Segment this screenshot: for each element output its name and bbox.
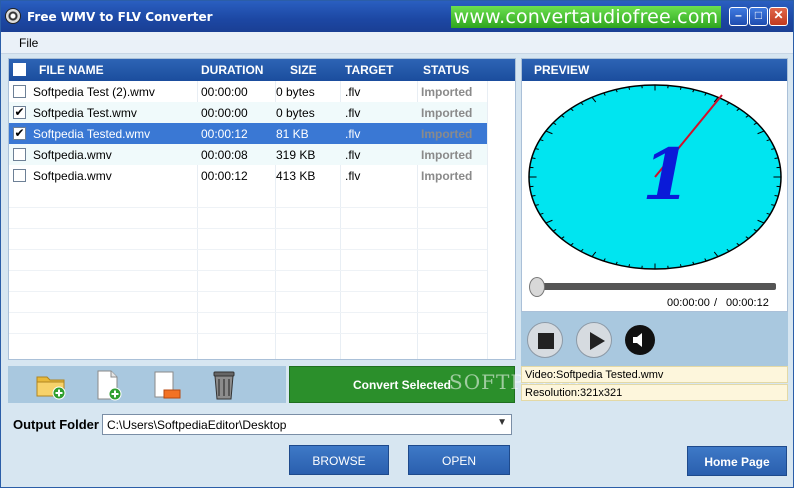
row-checkbox[interactable]: ✔ (13, 106, 26, 119)
table-row-selected[interactable]: ✔ Softpedia Tested.wmv 00:00:12 81 KB .f… (9, 123, 487, 144)
cell-target: .flv (345, 148, 361, 162)
output-folder-label: Output Folder (13, 417, 99, 432)
cell-duration: 00:00:08 (201, 148, 248, 162)
cell-status: Imported (421, 106, 473, 120)
add-folder-icon[interactable] (34, 368, 68, 402)
row-checkbox[interactable] (13, 148, 26, 161)
browse-button[interactable]: BROWSE (289, 445, 389, 475)
table-row[interactable]: ✔ Softpedia Test.wmv 00:00:00 0 bytes .f… (9, 102, 487, 123)
maximize-button[interactable]: □ (749, 7, 768, 26)
cell-file-name: Softpedia Tested.wmv (33, 127, 151, 141)
chevron-down-icon[interactable]: ▼ (497, 417, 507, 428)
cell-file-name: Softpedia Test (2).wmv (33, 85, 155, 99)
clock-tick (774, 157, 779, 159)
open-button[interactable]: OPEN (408, 445, 510, 475)
column-target[interactable]: TARGET (345, 63, 393, 77)
video-info: Video:Softpedia Tested.wmv (521, 366, 788, 383)
cell-status: Imported (421, 85, 473, 99)
cell-target: .flv (345, 106, 361, 120)
menu-bar: File (1, 32, 793, 54)
resolution-info: Resolution:321x321 (521, 384, 788, 401)
clock-tick (531, 157, 536, 159)
file-list: FILE NAME DURATION SIZE TARGET STATUS So… (8, 58, 516, 360)
film-reel-icon (5, 8, 21, 24)
current-time: 00:00:00 (667, 297, 710, 309)
cell-status: Imported (421, 148, 473, 162)
stop-icon[interactable] (527, 322, 563, 358)
column-file-name[interactable]: FILE NAME (39, 63, 104, 77)
row-checkbox[interactable]: ✔ (13, 127, 26, 140)
cell-duration: 00:00:00 (201, 85, 248, 99)
website-banner[interactable]: www.convertaudiofree.com (451, 6, 721, 28)
app-window: Free WMV to FLV Converter www.convertaud… (0, 0, 794, 488)
cell-duration: 00:00:00 (201, 106, 248, 120)
cell-duration: 00:00:12 (201, 169, 248, 183)
volume-icon[interactable] (625, 325, 655, 355)
file-list-header: FILE NAME DURATION SIZE TARGET STATUS (9, 59, 515, 81)
output-folder-value: C:\Users\SoftpediaEditor\Desktop (107, 418, 287, 432)
clock-tick (774, 195, 779, 197)
playback-controls (521, 312, 788, 366)
preview-panel: PREVIEW 1 00:00:00 / 00:00:12 (521, 58, 788, 312)
play-icon[interactable] (576, 322, 612, 358)
home-page-button[interactable]: Home Page (687, 446, 787, 476)
title-bar: Free WMV to FLV Converter www.convertaud… (1, 1, 793, 32)
select-all-checkbox[interactable] (13, 63, 26, 76)
row-checkbox[interactable] (13, 169, 26, 182)
output-folder-select[interactable]: C:\Users\SoftpediaEditor\Desktop ▼ (102, 414, 512, 435)
cell-file-name: Softpedia Test.wmv (33, 106, 137, 120)
minimize-button[interactable]: – (729, 7, 748, 26)
table-row[interactable]: Softpedia.wmv 00:00:12 413 KB .flv Impor… (9, 165, 487, 186)
total-time: 00:00:12 (726, 297, 769, 309)
cell-file-name: Softpedia.wmv (33, 148, 112, 162)
seek-bar[interactable] (536, 283, 776, 290)
cell-size: 0 bytes (276, 85, 315, 99)
cell-status: Imported (421, 169, 473, 183)
cell-size: 0 bytes (276, 106, 315, 120)
cell-target: .flv (345, 169, 361, 183)
clock-tick (531, 195, 536, 197)
column-duration[interactable]: DURATION (201, 63, 263, 77)
trash-icon[interactable] (207, 368, 241, 402)
cell-file-name: Softpedia.wmv (33, 169, 112, 183)
table-row[interactable]: Softpedia.wmv 00:00:08 319 KB .flv Impor… (9, 144, 487, 165)
cell-duration: 00:00:12 (201, 127, 248, 141)
cell-target: .flv (345, 127, 361, 141)
column-status[interactable]: STATUS (423, 63, 469, 77)
add-file-icon[interactable] (91, 368, 125, 402)
cell-status: Imported (421, 127, 473, 141)
video-preview: 1 (528, 84, 782, 270)
cell-size: 81 KB (276, 127, 309, 141)
file-toolbar (8, 366, 286, 403)
cell-target: .flv (345, 85, 361, 99)
window-title: Free WMV to FLV Converter (27, 10, 213, 24)
menu-file[interactable]: File (19, 36, 38, 50)
cell-size: 319 KB (276, 148, 316, 162)
row-checkbox[interactable] (13, 85, 26, 98)
clock-digit: 1 (642, 133, 691, 216)
seek-handle[interactable] (529, 277, 545, 297)
remove-file-icon[interactable] (149, 368, 183, 402)
table-row[interactable]: Softpedia Test (2).wmv 00:00:00 0 bytes … (9, 81, 487, 102)
column-size[interactable]: SIZE (290, 63, 317, 77)
cell-size: 413 KB (276, 169, 316, 183)
time-separator: / (714, 297, 718, 309)
close-button[interactable]: ✕ (769, 7, 788, 26)
preview-title: PREVIEW (522, 59, 787, 81)
